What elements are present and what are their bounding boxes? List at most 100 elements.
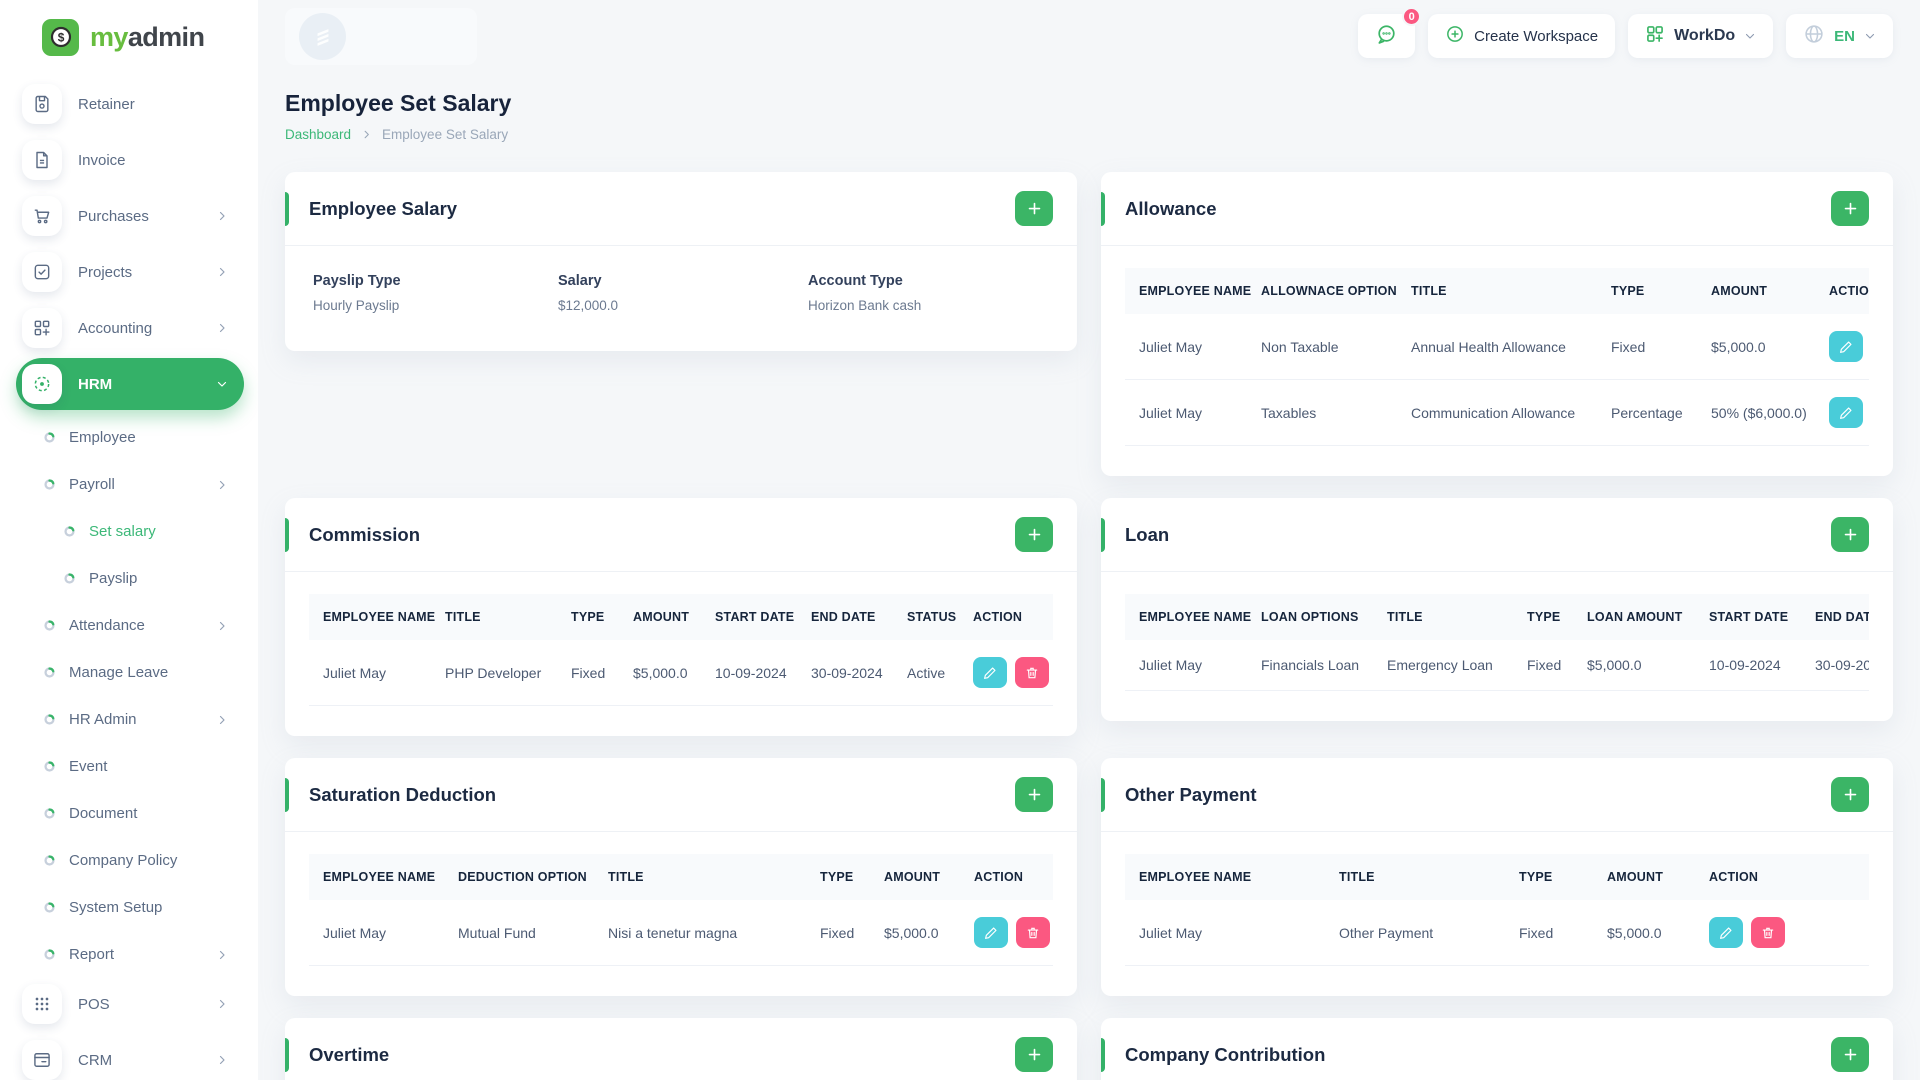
sidebar-item-label: Purchases — [78, 207, 149, 225]
sidebar-item-projects[interactable]: Projects — [16, 246, 244, 298]
sidebar-nav: Retainer Invoice Purchases Projects Acco… — [0, 68, 258, 1080]
bullet-icon — [44, 761, 55, 772]
column-header: AMOUNT — [1697, 268, 1815, 314]
edit-button[interactable] — [1829, 397, 1863, 428]
column-header: ACTION — [960, 854, 1053, 900]
other-payment-table: EMPLOYEE NAME TITLE TYPE AMOUNT ACTION J… — [1125, 854, 1869, 966]
sidebar-item-label: Attendance — [69, 617, 145, 634]
main-content: 0 Create Workspace WorkDo EN Employee Se… — [258, 0, 1920, 1080]
bullet-icon — [44, 714, 55, 725]
sidebar-item-label: Event — [69, 758, 108, 775]
table-cell: $5,000.0 — [1593, 900, 1695, 966]
column-header: TYPE — [1505, 854, 1593, 900]
sidebar-item-label: Manage Leave — [69, 664, 169, 681]
chevron-down-icon — [216, 378, 228, 390]
sidebar-item-label: Report — [69, 946, 115, 963]
table-cell: PHP Developer — [431, 640, 557, 706]
grid-dots-icon — [22, 984, 62, 1024]
delete-button[interactable] — [1016, 917, 1050, 948]
messages-button[interactable]: 0 — [1358, 7, 1422, 58]
add-other-payment-button[interactable] — [1831, 777, 1869, 812]
table-cell: Fixed — [557, 640, 619, 706]
sidebar-item-attendance[interactable]: Attendance — [16, 602, 244, 649]
sidebar-item-set-salary[interactable]: Set salary — [16, 508, 244, 555]
card-title: Loan — [1125, 523, 1170, 545]
chevron-right-icon — [216, 322, 228, 334]
breadcrumb-dashboard-link[interactable]: Dashboard — [285, 127, 351, 142]
column-header: TITLE — [594, 854, 806, 900]
window-icon — [22, 1040, 62, 1080]
add-company-contribution-button[interactable] — [1831, 1037, 1869, 1072]
delete-button[interactable] — [1015, 657, 1049, 688]
delete-button[interactable] — [1751, 917, 1785, 948]
column-header: AMOUNT — [870, 854, 960, 900]
create-workspace-button[interactable]: Create Workspace — [1428, 14, 1616, 58]
add-commission-button[interactable] — [1015, 517, 1053, 552]
table-cell: $5,000.0 — [870, 900, 960, 966]
sidebar-item-payroll[interactable]: Payroll — [16, 461, 244, 508]
edit-button[interactable] — [974, 917, 1008, 948]
card-header: Overtime — [285, 1018, 1077, 1080]
edit-button[interactable] — [973, 657, 1007, 688]
column-header: EMPLOYEE NAME — [1125, 268, 1251, 314]
table-cell: Nisi a tenetur magna — [594, 900, 806, 966]
sidebar-item-event[interactable]: Event — [16, 743, 244, 790]
field-label: Account Type — [808, 273, 903, 289]
sidebar-item-purchases[interactable]: Purchases — [16, 190, 244, 242]
table-header-row: EMPLOYEE NAME TITLE TYPE AMOUNT START DA… — [309, 594, 1053, 640]
language-selector[interactable]: EN — [1786, 14, 1893, 58]
sidebar-item-system-setup[interactable]: System Setup — [16, 884, 244, 931]
add-employee-salary-button[interactable] — [1015, 191, 1053, 226]
commission-table: EMPLOYEE NAME TITLE TYPE AMOUNT START DA… — [309, 594, 1053, 706]
column-header: ACTION — [1695, 854, 1869, 900]
table-row: Juliet May Mutual Fund Nisi a tenetur ma… — [309, 900, 1053, 966]
field-value: Hourly Payslip — [313, 298, 400, 313]
sidebar-item-payslip[interactable]: Payslip — [16, 555, 244, 602]
sidebar-item-hr-admin[interactable]: HR Admin — [16, 696, 244, 743]
sidebar-item-document[interactable]: Document — [16, 790, 244, 837]
table-cell: Financials Loan — [1247, 640, 1373, 691]
sidebar-item-accounting[interactable]: Accounting — [16, 302, 244, 354]
sidebar-item-company-policy[interactable]: Company Policy — [16, 837, 244, 884]
table-header-row: EMPLOYEE NAME TITLE TYPE AMOUNT ACTION — [1125, 854, 1869, 900]
table-cell: Taxables — [1247, 379, 1397, 446]
brand-logo[interactable]: $ myadmin — [0, 6, 258, 68]
add-overtime-button[interactable] — [1015, 1037, 1053, 1072]
workspace-menu-button[interactable]: WorkDo — [1628, 14, 1774, 58]
payslip-type-field: Payslip Type Hourly Payslip — [313, 273, 558, 313]
column-header: EMPLOYEE NAME — [309, 854, 444, 900]
edit-button[interactable] — [1829, 331, 1863, 362]
messages-badge: 0 — [1402, 7, 1422, 26]
workspace-menu-label: WorkDo — [1674, 27, 1736, 44]
sidebar-item-pos[interactable]: POS — [16, 978, 244, 1030]
sidebar-item-employee[interactable]: Employee — [16, 414, 244, 461]
card-header: Company Contribution — [1101, 1018, 1893, 1080]
chevron-right-icon — [216, 998, 228, 1010]
column-header: END DATE — [1801, 594, 1869, 640]
add-loan-button[interactable] — [1831, 517, 1869, 552]
status-text: Active — [893, 640, 959, 706]
add-saturation-deduction-button[interactable] — [1015, 777, 1053, 812]
edit-button[interactable] — [1709, 917, 1743, 948]
card-title: Company Contribution — [1125, 1043, 1326, 1065]
table-cell: Non Taxable — [1247, 314, 1397, 380]
sidebar-item-hrm[interactable]: HRM — [16, 358, 244, 410]
sidebar-item-retainer[interactable]: Retainer — [16, 78, 244, 130]
field-label: Salary — [558, 273, 602, 289]
sidebar-item-invoice[interactable]: Invoice — [16, 134, 244, 186]
add-allowance-button[interactable] — [1831, 191, 1869, 226]
column-header: EMPLOYEE NAME — [309, 594, 435, 640]
loan-card: Loan EMPLOYEE NAME LOAN OPTIONS TITLE TY… — [1101, 498, 1893, 721]
table-row: Juliet May Non Taxable Annual Health All… — [1125, 314, 1869, 380]
sidebar-item-label: CRM — [78, 1051, 113, 1069]
table-cell: 30-09-2024 — [1801, 640, 1869, 691]
card-header: Loan — [1101, 498, 1893, 572]
app-root: $ myadmin Retainer Invoice Purchases Pro… — [0, 0, 1920, 1080]
sidebar-item-crm[interactable]: CRM — [16, 1034, 244, 1080]
table-cell: $5,000.0 — [619, 640, 701, 706]
column-header: TITLE — [431, 594, 557, 640]
field-label: Payslip Type — [313, 273, 401, 289]
sidebar-item-report[interactable]: Report — [16, 931, 244, 978]
table-cell: Annual Health Allowance — [1397, 314, 1597, 380]
sidebar-item-manage-leave[interactable]: Manage Leave — [16, 649, 244, 696]
